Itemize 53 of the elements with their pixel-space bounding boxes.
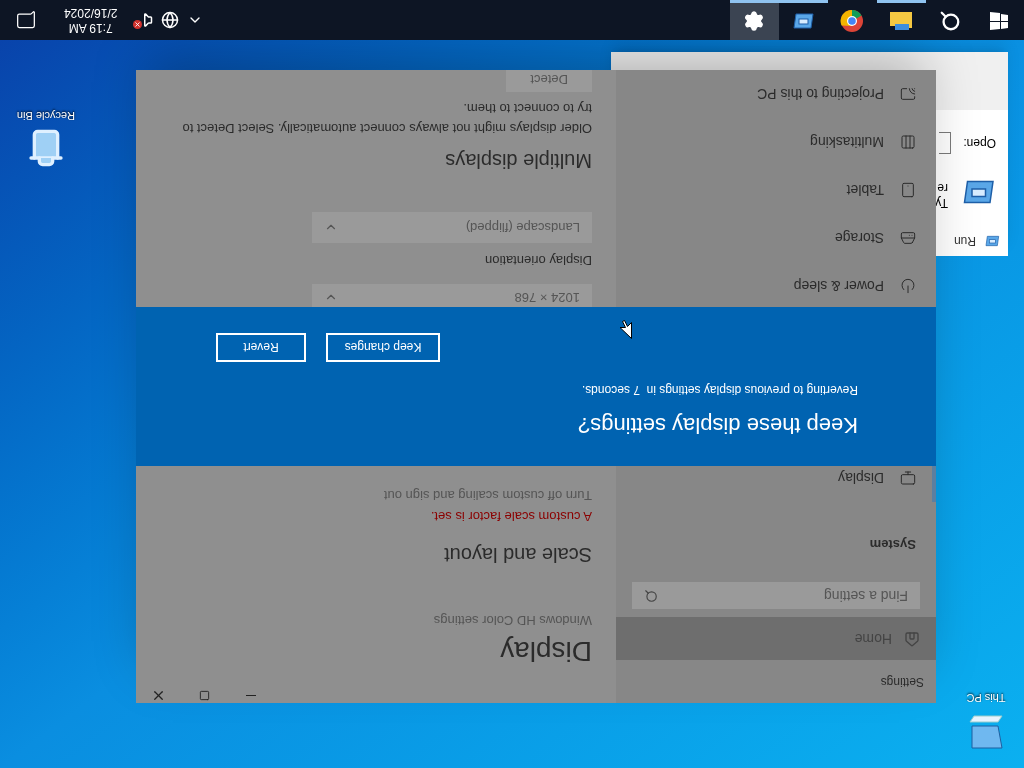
orientation-dropdown[interactable]: Landscape (flipped) [312,212,592,243]
search-icon [939,10,962,33]
dialog-message: Reverting to previous display settings in 7 seconds. [581,382,858,399]
open-label: Open: [963,135,996,152]
globe-icon[interactable] [161,11,180,29]
section-heading: Multiple displays [445,149,592,174]
description-text: re [936,180,948,195]
section-heading: Scale and layout [444,543,592,569]
dialog-button[interactable]: Keep changes [326,333,440,362]
open-field[interactable] [939,132,952,154]
clock-time[interactable]: 7:19 AM [68,20,113,35]
columns-icon [900,134,916,150]
cast-icon [900,86,916,102]
clock-date[interactable]: 2/16/2024 [64,5,118,20]
run-icon [984,233,1000,249]
dialog-title: Run [954,233,976,250]
description-text: Ty [935,195,948,210]
volume-icon[interactable] [133,11,154,29]
page-heading: Display [500,635,592,668]
taskbar-app-button[interactable] [730,0,779,40]
display-icon [900,470,916,486]
description-text: Older displays might not always connect automatically. Select Detect to try to connect to them. [181,100,592,138]
minimize-icon [246,695,256,696]
section-heading: System [868,536,917,555]
sidebar-item[interactable]: Storage [616,214,936,262]
sidebar-item[interactable]: Projecting to this PC [616,70,936,118]
cursor-icon [620,320,632,339]
maximize-icon [199,690,211,701]
warning-text: A custom scale factor is set. [430,508,592,527]
desktop-icon-label: Recycle Bin [16,109,76,124]
dialog-button[interactable]: Revert [216,333,306,362]
notification-icon[interactable] [16,10,36,30]
search-icon [644,588,658,603]
detect-button[interactable]: Detect [506,70,592,92]
power-icon [900,278,916,294]
search-field[interactable]: Find a setting [632,582,920,610]
window-title: Settings [880,673,924,691]
sidebar-item[interactable]: Power & sleep [616,262,936,310]
hd-color-link[interactable]: Windows HD Color settings [433,610,592,630]
sidebar-item[interactable]: Multitasking [616,118,936,166]
turn-off-link[interactable]: Turn off custom scaling and sign out [383,485,592,505]
dialog-title: Keep these display settings? [577,412,858,440]
field-label: Display orientation [485,252,592,271]
search-placeholder: Find a setting [823,587,908,607]
drive-icon [900,230,916,246]
windows-logo-icon [990,12,1009,31]
browser-icon [840,9,865,34]
gear-icon [743,10,766,33]
sidebar-item[interactable]: Tablet [616,166,936,214]
desktop-icon-label: This PC [966,691,1006,706]
home-icon [904,630,920,647]
folder-icon [889,11,914,32]
tablet-icon [900,182,916,198]
